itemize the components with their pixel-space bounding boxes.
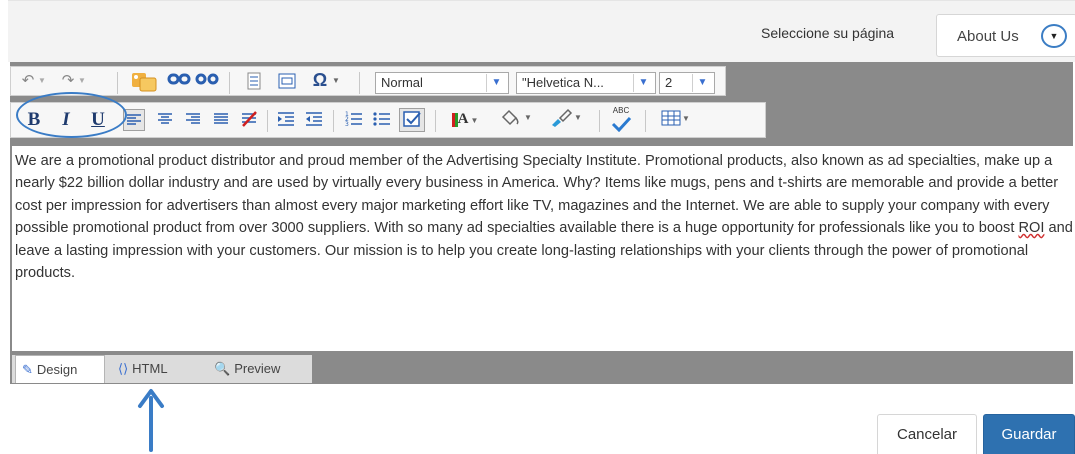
tab-html-label: HTML	[132, 361, 168, 376]
rich-text-editor: ↶ ▼ ↷ ▼ Ω ▼ Normal ▼ "Helvetica N... ▼ 2…	[10, 62, 1075, 384]
remove-link-icon[interactable]	[195, 71, 219, 91]
underline-button[interactable]: U	[89, 110, 107, 130]
tab-html[interactable]: ⟨⟩ HTML	[112, 355, 192, 383]
tab-design-label: Design	[36, 362, 78, 377]
tab-preview-label: Preview	[234, 361, 281, 376]
page-select-value: About Us	[957, 28, 1019, 45]
image-manager-icon[interactable]	[129, 70, 161, 94]
content-text-start: We are a promotional product distributor…	[15, 153, 1059, 237]
font-size-dropdown[interactable]: 2 ▼	[659, 72, 715, 94]
spellcheck-icon[interactable]: ABC	[607, 106, 635, 134]
paragraph-style-value: Normal	[381, 75, 423, 90]
undo-icon[interactable]: ↶	[19, 71, 37, 91]
toolbar-separator	[645, 110, 646, 132]
svg-text:3: 3	[345, 121, 349, 128]
editor-content-area[interactable]: We are a promotional product distributor…	[12, 146, 1075, 351]
special-characters-icon[interactable]: Ω	[311, 70, 329, 90]
special-characters-dropdown-icon[interactable]: ▼	[331, 71, 341, 91]
italic-button[interactable]: I	[57, 110, 75, 130]
magnifier-icon: 🔍	[214, 361, 231, 376]
save-button[interactable]: Guardar	[983, 414, 1075, 454]
tab-preview[interactable]: 🔍 Preview	[208, 355, 298, 383]
toolbar-separator	[359, 72, 360, 94]
page-select[interactable]: About Us ▼	[936, 14, 1075, 57]
chevron-down-icon[interactable]: ▼	[486, 74, 506, 92]
paragraph-style-dropdown[interactable]: Normal ▼	[375, 72, 509, 94]
align-left-icon[interactable]	[123, 109, 145, 131]
undo-dropdown-icon[interactable]: ▼	[37, 71, 47, 91]
align-justify-icon[interactable]	[211, 109, 231, 131]
pencil-icon: ✎	[22, 362, 33, 377]
insert-link-icon[interactable]	[167, 71, 191, 91]
font-size-value: 2	[665, 75, 673, 90]
page-select-label: Seleccione su página	[761, 25, 895, 41]
toolbar-separator	[117, 72, 118, 94]
toolbar-separator	[267, 110, 268, 132]
outdent-icon[interactable]	[303, 109, 325, 131]
toolbar-separator	[599, 110, 600, 132]
align-right-icon[interactable]	[183, 109, 203, 131]
spellcheck-label: ABC	[612, 106, 630, 115]
tab-design[interactable]: ✎ Design	[15, 355, 105, 383]
font-family-dropdown[interactable]: "Helvetica N... ▼	[516, 72, 656, 94]
content-text-roi: ROI	[1018, 220, 1045, 237]
toolbar-row-2: B I U 123 A ▼ ▼ ▼ ABC ▼	[10, 102, 766, 138]
toolbar-separator	[229, 72, 230, 94]
toolbar-separator	[333, 110, 334, 132]
redo-icon[interactable]: ↷	[59, 71, 77, 91]
font-family-value: "Helvetica N...	[522, 75, 604, 90]
indent-icon[interactable]	[275, 109, 297, 131]
document-icon[interactable]	[245, 71, 263, 91]
cancel-button[interactable]: Cancelar	[877, 414, 977, 454]
bold-button[interactable]: B	[25, 110, 43, 130]
editor-mode-tabs: ✎ Design ⟨⟩ HTML 🔍 Preview	[12, 355, 312, 383]
redo-dropdown-icon[interactable]: ▼	[77, 71, 87, 91]
top-bar: Seleccione su página About Us ▼	[8, 0, 1075, 62]
template-icon[interactable]	[399, 108, 425, 132]
text-color-icon[interactable]: A ▼	[445, 109, 485, 131]
bullet-list-icon[interactable]	[371, 109, 393, 131]
toolbar-separator	[435, 110, 436, 132]
background-color-icon[interactable]: ▼	[495, 108, 535, 130]
numbered-list-icon[interactable]: 123	[343, 109, 365, 131]
code-icon: ⟨⟩	[118, 361, 129, 376]
align-center-icon[interactable]	[155, 109, 175, 131]
chevron-down-icon[interactable]: ▼	[692, 74, 712, 92]
chevron-down-icon[interactable]: ▼	[633, 74, 653, 92]
form-icon[interactable]	[277, 71, 297, 91]
page-select-arrow-icon[interactable]: ▼	[1041, 24, 1067, 48]
toolbar-row-1: ↶ ▼ ↷ ▼ Ω ▼ Normal ▼ "Helvetica N... ▼ 2…	[10, 66, 726, 96]
paint-brush-icon[interactable]: ▼	[545, 108, 585, 130]
annotation-arrow	[138, 389, 164, 452]
clear-formatting-icon[interactable]	[239, 109, 259, 131]
insert-table-icon[interactable]: ▼	[655, 109, 695, 131]
text-color-label: A	[457, 111, 469, 127]
